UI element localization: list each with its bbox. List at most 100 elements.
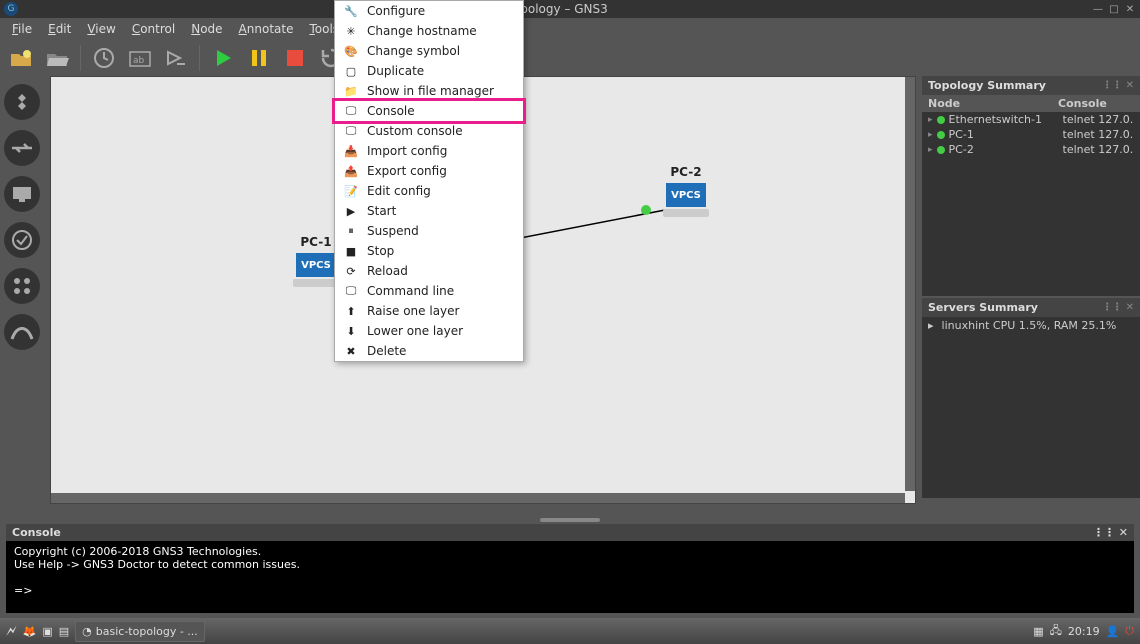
snapshot-button[interactable]: [89, 43, 119, 73]
menu-view[interactable]: View: [79, 19, 123, 39]
ctx-icon: ⬇: [343, 324, 359, 338]
console-panel: Console ⋮⋮ ✕ Copyright (c) 2006-2018 GNS…: [0, 522, 1140, 622]
topology-row[interactable]: ▸ PC-2 telnet 127.0...: [922, 142, 1140, 157]
node-console: telnet 127.0...: [1063, 113, 1134, 126]
minimize-button[interactable]: —: [1092, 3, 1104, 15]
node-console: telnet 127.0...: [1063, 143, 1134, 156]
status-dot-icon: [937, 146, 945, 154]
panel-title: Console: [12, 526, 61, 539]
terminal-icon[interactable]: ▣: [42, 625, 52, 638]
security-devices-button[interactable]: [4, 222, 40, 258]
tray-icon[interactable]: ▦: [1033, 625, 1043, 638]
expand-arrow-icon[interactable]: ▸: [928, 130, 933, 140]
ctx-item-start[interactable]: ▶Start: [335, 201, 523, 221]
panel-close-icon[interactable]: ⋮⋮ ✕: [1093, 526, 1128, 539]
start-menu-icon[interactable]: 🗲: [6, 621, 17, 641]
maximize-button[interactable]: □: [1108, 3, 1120, 15]
canvas-hscrollbar[interactable]: [51, 493, 905, 503]
taskbar-app-button[interactable]: ◔ basic-topology - ...: [75, 621, 205, 642]
ctx-item-console[interactable]: 🖵Console: [335, 101, 523, 121]
panel-close-icon[interactable]: ⋮⋮ ✕: [1102, 80, 1134, 91]
ctx-item-duplicate[interactable]: ▢Duplicate: [335, 61, 523, 81]
node-name: Ethernetswitch-1: [949, 113, 1059, 126]
ctx-label: Change symbol: [367, 44, 460, 58]
routers-button[interactable]: [4, 84, 40, 120]
ctx-label: Lower one layer: [367, 324, 463, 338]
stop-all-button[interactable]: [280, 43, 310, 73]
add-link-button[interactable]: [4, 314, 40, 350]
ctx-icon: ⬆: [343, 304, 359, 318]
all-devices-button[interactable]: [4, 268, 40, 304]
ctx-item-change-hostname[interactable]: ✳Change hostname: [335, 21, 523, 41]
ctx-label: Edit config: [367, 184, 431, 198]
ctx-label: Raise one layer: [367, 304, 459, 318]
ctx-icon: 🖵: [343, 124, 359, 138]
tray-icon[interactable]: 🖧: [1050, 622, 1062, 641]
suspend-all-button[interactable]: [244, 43, 274, 73]
menu-file[interactable]: File: [4, 19, 40, 39]
svg-text:ab: ab: [133, 56, 145, 66]
ctx-item-import-config[interactable]: 📥Import config: [335, 141, 523, 161]
desktop-taskbar: 🗲 🦊 ▣ ▤ ◔ basic-topology - ... ▦ 🖧 20:19…: [0, 618, 1140, 644]
topology-row[interactable]: ▸ Ethernetswitch-1 telnet 127.0...: [922, 112, 1140, 127]
ctx-item-delete[interactable]: ✖ Delete: [335, 341, 523, 361]
ctx-icon: ■: [343, 244, 359, 258]
close-button[interactable]: ✕: [1124, 3, 1136, 15]
ctx-item-configure[interactable]: 🔧Configure: [335, 1, 523, 21]
ctx-icon: ▢: [343, 64, 359, 78]
ctx-item-change-symbol[interactable]: 🎨Change symbol: [335, 41, 523, 61]
ctx-item-raise-one-layer[interactable]: ⬆ Raise one layer: [335, 301, 523, 321]
menu-control[interactable]: Control: [124, 19, 183, 39]
right-panels: Topology Summary ⋮⋮ ✕ Node Console ▸Ethe…: [922, 76, 1140, 516]
console-connect-button[interactable]: [161, 43, 191, 73]
expand-arrow-icon[interactable]: ▸: [928, 145, 933, 155]
new-project-button[interactable]: [6, 43, 36, 73]
ctx-item-export-config[interactable]: 📤Export config: [335, 161, 523, 181]
start-all-button[interactable]: [208, 43, 238, 73]
menu-annotate[interactable]: Annotate: [231, 19, 302, 39]
splitter-grip[interactable]: [540, 518, 600, 522]
clock[interactable]: 20:19: [1068, 625, 1100, 638]
show-interface-labels-button[interactable]: ab: [125, 43, 155, 73]
ctx-item-edit-config[interactable]: 📝Edit config: [335, 181, 523, 201]
node-pc2[interactable]: PC-2 VPCS: [663, 165, 709, 217]
node-label: PC-2: [663, 165, 709, 179]
open-project-button[interactable]: [42, 43, 72, 73]
ctx-item-lower-one-layer[interactable]: ⬇ Lower one layer: [335, 321, 523, 341]
ctx-item-suspend[interactable]: ⏸Suspend: [335, 221, 523, 241]
ctx-item-show-in-file-manager[interactable]: 📁Show in file manager: [335, 81, 523, 101]
power-icon[interactable]: ⏻: [1125, 624, 1134, 638]
node-name: PC-1: [949, 128, 1059, 141]
node-console: telnet 127.0...: [1063, 128, 1134, 141]
topology-row[interactable]: ▸ PC-1 telnet 127.0...: [922, 127, 1140, 142]
ctx-item-custom-console[interactable]: 🖵Custom console: [335, 121, 523, 141]
expand-arrow-icon[interactable]: ▸: [928, 319, 934, 332]
menu-edit[interactable]: Edit: [40, 19, 79, 39]
app-logo-icon: G: [4, 2, 18, 16]
status-dot-icon: [937, 116, 945, 124]
ctx-item-reload[interactable]: ⟳Reload: [335, 261, 523, 281]
expand-arrow-icon[interactable]: ▸: [928, 115, 933, 125]
end-devices-button[interactable]: [4, 176, 40, 212]
node-pc1[interactable]: PC-1 VPCS: [293, 235, 339, 287]
ctx-icon: 📤: [343, 164, 359, 178]
window-titlebar: G topology – GNS3 — □ ✕: [0, 0, 1140, 18]
switches-button[interactable]: [4, 130, 40, 166]
console-output[interactable]: Copyright (c) 2006-2018 GNS3 Technologie…: [6, 541, 1134, 613]
node-name: PC-2: [949, 143, 1059, 156]
panel-close-icon[interactable]: ⋮⋮ ✕: [1102, 302, 1134, 313]
tray-user-icon[interactable]: 👤: [1106, 625, 1120, 638]
files-icon[interactable]: ▤: [59, 625, 69, 638]
ctx-label: Delete: [367, 344, 406, 358]
ctx-item-stop[interactable]: ■Stop: [335, 241, 523, 261]
menu-node[interactable]: Node: [183, 19, 230, 39]
console-line: Use Help -> GNS3 Doctor to detect common…: [14, 558, 1126, 571]
ctx-icon: ✖: [343, 344, 359, 358]
canvas-vscrollbar[interactable]: [905, 77, 915, 491]
ctx-item-command-line[interactable]: 🖵Command line: [335, 281, 523, 301]
node-stand-icon: [663, 209, 709, 217]
firefox-icon[interactable]: 🦊: [23, 625, 37, 638]
col-node: Node: [922, 95, 1052, 112]
console-line: Copyright (c) 2006-2018 GNS3 Technologie…: [14, 545, 1126, 558]
server-row[interactable]: ▸ linuxhint CPU 1.5%, RAM 25.1%: [922, 317, 1140, 334]
